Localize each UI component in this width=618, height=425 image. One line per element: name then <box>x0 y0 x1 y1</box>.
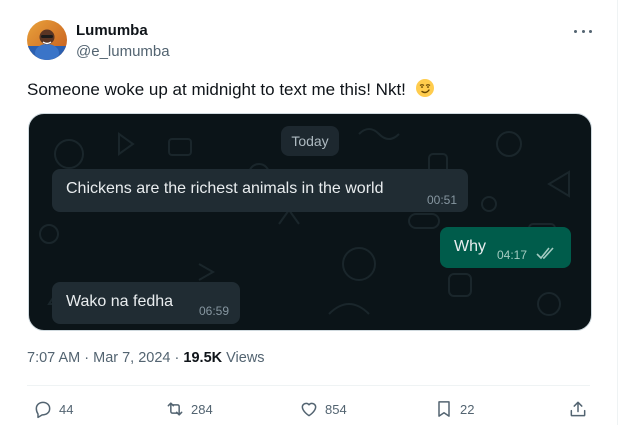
double-check-read-icon <box>536 247 554 260</box>
tweet-text-content: Someone woke up at midnight to text me t… <box>27 80 406 99</box>
tweet-date[interactable]: Mar 7, 2024 <box>93 350 170 366</box>
repost-count: 284 <box>191 401 213 417</box>
divider <box>27 385 590 386</box>
smirking-face-emoji-icon <box>415 78 435 103</box>
author-handle[interactable]: @e_lumumba <box>76 43 170 60</box>
reply-count: 44 <box>59 401 74 417</box>
tweet-text: Someone woke up at midnight to text me t… <box>27 78 435 103</box>
views-count: 19.5K <box>183 350 223 366</box>
repost-button[interactable]: 284 <box>165 398 213 420</box>
like-button[interactable]: 854 <box>299 398 347 420</box>
meta-separator: · <box>84 350 90 366</box>
chat-message-text: Why <box>454 238 486 255</box>
chat-message-text: Wako na fedha <box>66 293 174 310</box>
avatar[interactable] <box>27 20 67 60</box>
like-count: 854 <box>325 401 347 417</box>
tweet-time[interactable]: 7:07 AM <box>27 350 80 366</box>
reply-icon <box>35 401 51 419</box>
chat-message-time: 06:59 <box>199 304 230 318</box>
chat-day-label: Today <box>281 126 339 156</box>
chat-message-incoming: Wako na fedha 06:59 <box>52 282 240 324</box>
share-button[interactable] <box>568 398 594 420</box>
tweet-card: Lumumba @e_lumumba Someone woke up at mi… <box>0 0 618 425</box>
reply-button[interactable]: 44 <box>33 398 73 420</box>
chat-message-incoming: Chickens are the richest animals in the … <box>52 169 468 212</box>
chat-message-time: 00:51 <box>427 193 458 207</box>
share-icon <box>570 401 586 417</box>
tweet-media-image[interactable]: Today Chickens are the richest animals i… <box>28 113 592 331</box>
tweet-meta: 7:07 AM · Mar 7, 2024 · 19.5K Views <box>27 350 265 366</box>
bookmark-icon <box>438 401 450 417</box>
author-display-name[interactable]: Lumumba <box>76 22 148 39</box>
bookmark-button[interactable]: 22 <box>434 398 474 420</box>
views-label: Views <box>226 350 265 366</box>
chat-message-outgoing: Why 04:17 <box>440 227 571 268</box>
more-options-icon[interactable] <box>574 22 592 40</box>
repost-icon <box>167 402 183 416</box>
bookmark-count: 22 <box>460 401 475 417</box>
heart-icon <box>301 402 317 417</box>
chat-message-time: 04:17 <box>497 248 528 262</box>
chat-message-text: Chickens are the richest animals in the … <box>66 180 384 197</box>
meta-separator: · <box>174 350 180 366</box>
avatar-image <box>27 20 67 60</box>
